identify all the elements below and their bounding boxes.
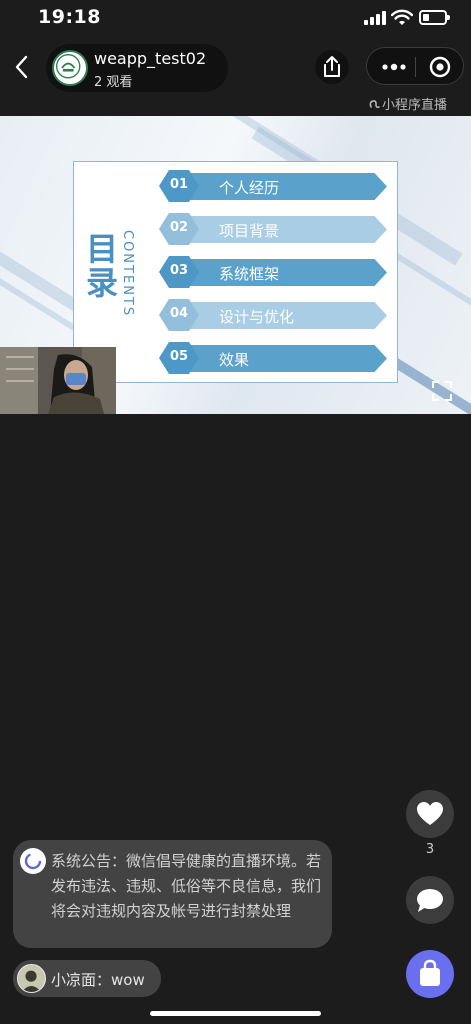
- slide-item-bar: [179, 345, 387, 372]
- slide-card: 目录 CONTENTS 01 个人经历 02 项目背景 03 系统框架 04 设…: [73, 161, 398, 383]
- battery-level: [423, 14, 429, 21]
- slide-item-bar: [179, 173, 387, 200]
- capsule-divider: [415, 57, 416, 77]
- chat-message: 小凉面：wow: [13, 960, 161, 997]
- more-icon[interactable]: [379, 58, 409, 76]
- host-logo: [56, 54, 81, 79]
- slide-item-number: 04: [169, 306, 189, 321]
- slide-item: 04 设计与优化: [159, 299, 387, 331]
- heart-icon: [417, 802, 443, 825]
- camera-pip[interactable]: [0, 347, 116, 414]
- menu-capsule: [366, 47, 464, 85]
- avatar: [17, 964, 46, 993]
- system-notice: 系统公告：微信倡导健康的直播环境。若发布违法、违规、低俗等不良信息，我们将会对违…: [13, 840, 332, 948]
- close-icon[interactable]: [429, 56, 451, 78]
- link-icon: [369, 100, 380, 108]
- slide-item-label: 系统框架: [219, 265, 280, 283]
- wifi-icon: [391, 9, 413, 25]
- notice-text: 系统公告：微信倡导健康的直播环境。若发布违法、违规、低俗等不良信息，我们将会对违…: [51, 852, 322, 920]
- chat-message-text: 小凉面：wow: [51, 971, 145, 989]
- comment-button[interactable]: [406, 876, 454, 924]
- fullscreen-icon[interactable]: [431, 380, 453, 402]
- slide-contents-label: CONTENTS: [120, 230, 135, 318]
- share-button[interactable]: [315, 50, 349, 84]
- slide-item-number: 03: [169, 263, 189, 278]
- status-bar: 19:18: [0, 0, 471, 36]
- slide-item-number: 02: [169, 220, 189, 235]
- like-button[interactable]: [406, 790, 454, 838]
- host-avatar: [52, 50, 88, 86]
- avatar-image: [18, 965, 45, 992]
- slide-item-number: 05: [169, 349, 189, 364]
- slide-item-label: 设计与优化: [219, 308, 295, 326]
- slide-title: 目录: [85, 230, 118, 302]
- host-info[interactable]: weapp_test02 2 观看: [46, 44, 228, 92]
- slide-item: 01 个人经历: [159, 170, 387, 202]
- status-time: 19:18: [38, 6, 101, 28]
- back-icon[interactable]: [10, 52, 34, 82]
- slide-item: 02 项目背景: [159, 213, 387, 245]
- slide-item: 05 效果: [159, 342, 387, 374]
- share-icon: [324, 56, 340, 77]
- live-video[interactable]: 目录 CONTENTS 01 个人经历 02 项目背景 03 系统框架 04 设…: [0, 116, 471, 414]
- mini-program-live-text: 小程序直播: [382, 98, 448, 113]
- loading-icon: [24, 852, 42, 870]
- host-name: weapp_test02: [94, 49, 207, 68]
- notice-icon: [20, 848, 46, 874]
- battery-icon: [419, 10, 450, 25]
- slide-item: 03 系统框架: [159, 256, 387, 288]
- like-count: 3: [425, 842, 435, 857]
- slide-item-bar: [179, 259, 387, 286]
- slide-item-label: 个人经历: [219, 179, 280, 197]
- viewer-count: 2 观看: [94, 75, 133, 90]
- mini-program-live-label: 小程序直播: [368, 94, 447, 113]
- signal-icon: [364, 11, 386, 25]
- comment-icon: [417, 889, 443, 912]
- presenter-video: [0, 347, 116, 414]
- shopping-bag-icon: [420, 959, 440, 986]
- slide-item-label: 项目背景: [219, 222, 280, 240]
- slide-item-number: 01: [169, 177, 189, 192]
- home-indicator[interactable]: [150, 1011, 321, 1016]
- slide-item-bar: [179, 216, 387, 243]
- slide-item-label: 效果: [219, 351, 250, 369]
- shop-button[interactable]: [406, 950, 454, 998]
